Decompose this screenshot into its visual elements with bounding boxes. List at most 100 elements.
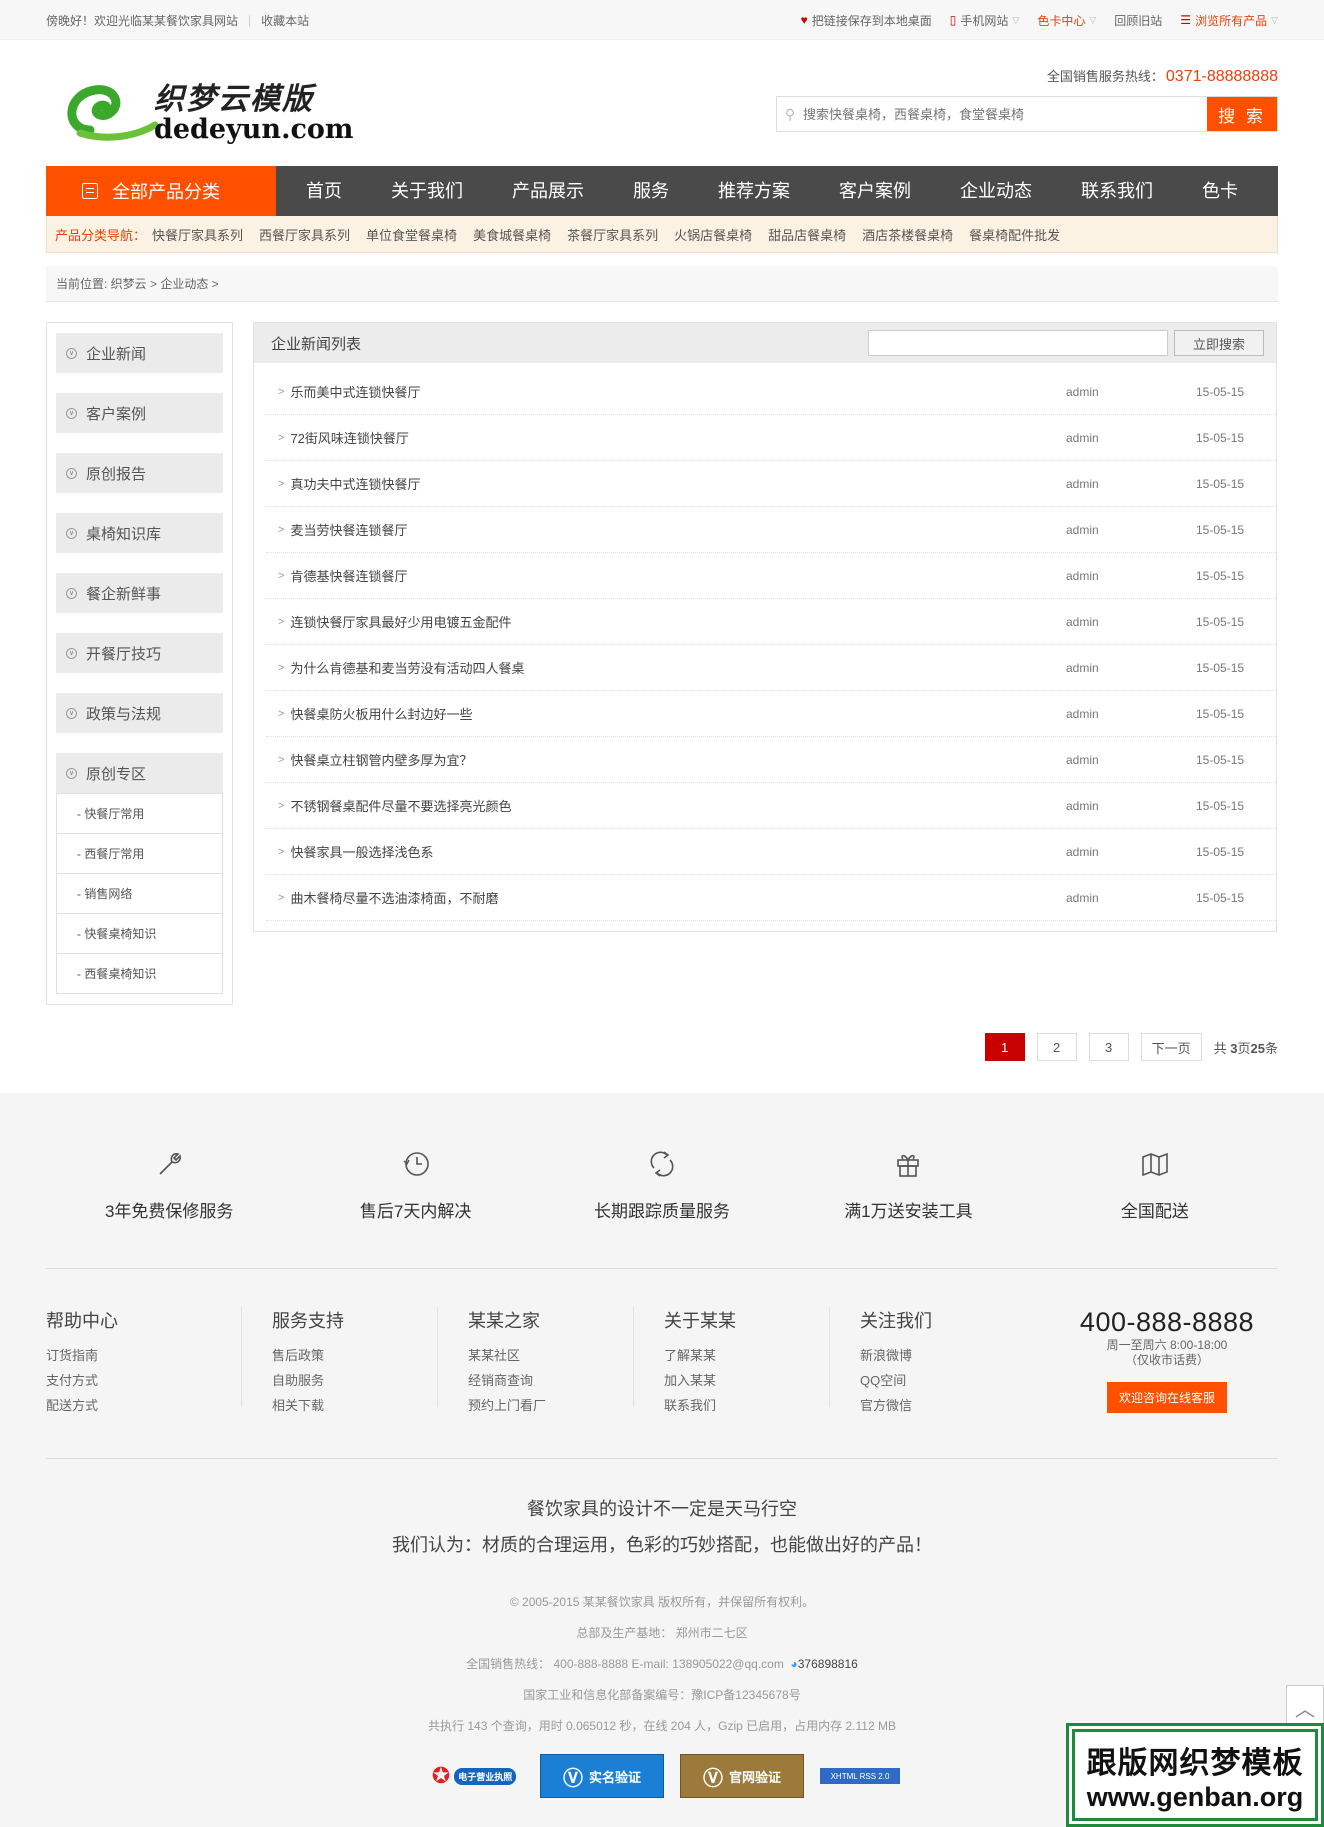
footer-link[interactable]: 加入某某: [664, 1368, 829, 1393]
sidebar-item[interactable]: ∨ 企业新闻: [56, 333, 223, 373]
nav-item-contact[interactable]: 联系我们: [1051, 166, 1172, 216]
browse-all-link[interactable]: ☰ 浏览所有产品 ▽: [1180, 12, 1278, 29]
category-link[interactable]: 西餐厅家具系列: [259, 225, 350, 244]
copyright: © 2005-2015 某某餐饮家具 版权所有，并保留所有权利。 总部及生产基地…: [428, 1595, 896, 1733]
news-date: 15-05-15: [1196, 660, 1245, 675]
news-title[interactable]: 不锈钢餐桌配件尽量不要选择亮光颜色: [290, 796, 1066, 815]
business-license-badge[interactable]: ✪ 电子营业执照: [424, 1754, 524, 1798]
footer-link[interactable]: 预约上门看厂: [468, 1393, 633, 1418]
category-link[interactable]: 美食城餐桌椅: [473, 225, 551, 244]
news-title[interactable]: 快餐桌立柱钢管内壁多厚为宜？: [290, 750, 1066, 769]
table-row[interactable]: > 乐而美中式连锁快餐厅 admin 15-05-15: [266, 369, 1276, 415]
news-title[interactable]: 肯德基快餐连锁餐厅: [290, 566, 1066, 585]
all-categories-button[interactable]: 全部产品分类: [46, 166, 276, 216]
footer-link[interactable]: 支付方式: [46, 1368, 241, 1393]
save-link[interactable]: ♥ 把链接保存到本地桌面: [801, 12, 932, 29]
footer-link[interactable]: 联系我们: [664, 1393, 829, 1418]
sidebar-item[interactable]: ∨ 政策与法规: [56, 693, 223, 733]
table-row[interactable]: >72街风味连锁快餐厅 admin 15-05-15: [266, 415, 1276, 461]
table-row[interactable]: > 麦当劳快餐连锁餐厅 admin 15-05-15: [266, 507, 1276, 553]
table-row[interactable]: > 连锁快餐厅家具最好少用电镀五金配件 admin 15-05-15: [266, 599, 1276, 645]
sidebar-subitem[interactable]: - 快餐厅常用: [57, 793, 222, 833]
color-card-link[interactable]: 色卡中心 ▽: [1037, 12, 1096, 29]
category-link[interactable]: 茶餐厅家具系列: [567, 225, 658, 244]
main-nav: 全部产品分类 首页 关于我们 产品展示 服务 推荐方案 客户案例 企业动态 联系…: [0, 166, 1324, 216]
footer-link[interactable]: QQ空间: [860, 1368, 1026, 1393]
qq-icon[interactable]: ◕: [791, 1657, 798, 1671]
nav-item-cases[interactable]: 客户案例: [809, 166, 930, 216]
table-row[interactable]: > 快餐家具一般选择浅色系 admin 15-05-15: [266, 829, 1276, 875]
news-title[interactable]: 乐而美中式连锁快餐厅: [290, 382, 1066, 401]
table-row[interactable]: > 快餐桌立柱钢管内壁多厚为宜？ admin 15-05-15: [266, 737, 1276, 783]
old-site-link[interactable]: 回顾旧站: [1114, 12, 1162, 29]
news-title[interactable]: 麦当劳快餐连锁餐厅: [290, 520, 1066, 539]
footer-link[interactable]: 订货指南: [46, 1343, 241, 1368]
back-to-top-button[interactable]: ︿: [1286, 1685, 1324, 1729]
watermark: 跟版网织梦模板 www.genban.org: [1069, 1726, 1321, 1824]
search-input[interactable]: [803, 97, 1207, 131]
news-title[interactable]: 为什么肯德基和麦当劳没有活动四人餐桌: [290, 658, 1066, 677]
search-button[interactable]: 搜 索: [1207, 97, 1277, 131]
page-link[interactable]: 3: [1088, 1033, 1129, 1061]
table-row[interactable]: > 曲木餐椅尽量不选油漆椅面，不耐磨 admin 15-05-15: [266, 875, 1276, 921]
category-link[interactable]: 酒店茶楼餐桌椅: [862, 225, 953, 244]
table-row[interactable]: > 真功夫中式连锁快餐厅 admin 15-05-15: [266, 461, 1276, 507]
nav-item-solutions[interactable]: 推荐方案: [688, 166, 809, 216]
nav-item-news[interactable]: 企业动态: [930, 166, 1051, 216]
news-title[interactable]: 快餐家具一般选择浅色系: [290, 842, 1066, 861]
sidebar-subitem[interactable]: - 快餐桌椅知识: [57, 913, 222, 953]
category-link[interactable]: 快餐厅家具系列: [152, 225, 243, 244]
nav-item-home[interactable]: 首页: [276, 166, 361, 216]
category-link[interactable]: 甜品店餐桌椅: [768, 225, 846, 244]
page-link[interactable]: 2: [1036, 1033, 1077, 1061]
table-row[interactable]: > 为什么肯德基和麦当劳没有活动四人餐桌 admin 15-05-15: [266, 645, 1276, 691]
category-link[interactable]: 餐桌椅配件批发: [969, 225, 1060, 244]
news-title[interactable]: 连锁快餐厅家具最好少用电镀五金配件: [290, 612, 1066, 631]
sidebar-subitem[interactable]: - 销售网络: [57, 873, 222, 913]
official-verify-badge[interactable]: Ⓥ 官网验证: [680, 1754, 804, 1798]
nav-item-colors[interactable]: 色卡: [1172, 166, 1257, 216]
nav-item-about[interactable]: 关于我们: [361, 166, 482, 216]
sidebar-item[interactable]: ∨ 客户案例: [56, 393, 223, 433]
category-link[interactable]: 单位食堂餐桌椅: [366, 225, 457, 244]
sidebar-item[interactable]: ∨ 餐企新鲜事: [56, 573, 223, 613]
news-title[interactable]: 曲木餐椅尽量不选油漆椅面，不耐磨: [290, 888, 1066, 907]
news-title[interactable]: 72街风味连锁快餐厅: [290, 428, 1066, 447]
footer-link[interactable]: 了解某某: [664, 1343, 829, 1368]
table-row[interactable]: > 快餐桌防火板用什么封边好一些 admin 15-05-15: [266, 691, 1276, 737]
page-link-current[interactable]: 1: [984, 1033, 1025, 1061]
mobile-site-link[interactable]: ▯ 手机网站 ▽: [950, 12, 1020, 29]
qq-number[interactable]: 376898816: [798, 1657, 858, 1671]
news-title[interactable]: 快餐桌防火板用什么封边好一些: [290, 704, 1066, 723]
footer-link[interactable]: 新浪微博: [860, 1343, 1026, 1368]
sidebar-item[interactable]: ∨ 桌椅知识库: [56, 513, 223, 553]
top-bar: 傍晚好！欢迎光临某某餐饮家具网站 | 收藏本站 ♥ 把链接保存到本地桌面 ▯ 手机网…: [0, 0, 1324, 40]
news-search-button[interactable]: 立即搜索: [1174, 330, 1264, 356]
table-row[interactable]: > 不锈钢餐桌配件尽量不要选择亮光颜色 admin 15-05-15: [266, 783, 1276, 829]
sidebar-subitem[interactable]: - 西餐桌椅知识: [57, 953, 222, 993]
footer-link[interactable]: 经销商查询: [468, 1368, 633, 1393]
footer-link[interactable]: 自助服务: [272, 1368, 437, 1393]
sidebar-item[interactable]: ∨ 原创报告: [56, 453, 223, 493]
online-service-button[interactable]: 欢迎咨询在线客服: [1106, 1382, 1227, 1413]
footer-link[interactable]: 某某社区: [468, 1343, 633, 1368]
nav-item-products[interactable]: 产品展示: [482, 166, 603, 216]
logo[interactable]: 织梦云模版 dedeyun.com: [60, 74, 353, 145]
nav-item-service[interactable]: 服务: [603, 166, 688, 216]
sidebar-item[interactable]: ∨ 开餐厅技巧: [56, 633, 223, 673]
rss-badge[interactable]: XHTML RSS 2.0: [820, 1768, 900, 1784]
sidebar-subitem[interactable]: - 西餐厅常用: [57, 833, 222, 873]
news-title[interactable]: 真功夫中式连锁快餐厅: [290, 474, 1066, 493]
footer-link[interactable]: 相关下载: [272, 1393, 437, 1418]
sidebar-item-expanded[interactable]: ∨ 原创专区: [56, 753, 223, 793]
footer-link[interactable]: 配送方式: [46, 1393, 241, 1418]
table-row[interactable]: > 肯德基快餐连锁餐厅 admin 15-05-15: [266, 553, 1276, 599]
footer-link[interactable]: 售后政策: [272, 1343, 437, 1368]
bookmark-link[interactable]: 收藏本站: [261, 12, 309, 29]
category-link[interactable]: 火锅店餐桌椅: [674, 225, 752, 244]
chevron-right-icon: >: [278, 523, 285, 536]
footer-link[interactable]: 官方微信: [860, 1393, 1026, 1418]
realname-verify-badge[interactable]: Ⓥ 实名验证: [540, 1754, 664, 1798]
news-search-input[interactable]: [868, 330, 1168, 356]
next-page-button[interactable]: 下一页: [1140, 1033, 1202, 1061]
